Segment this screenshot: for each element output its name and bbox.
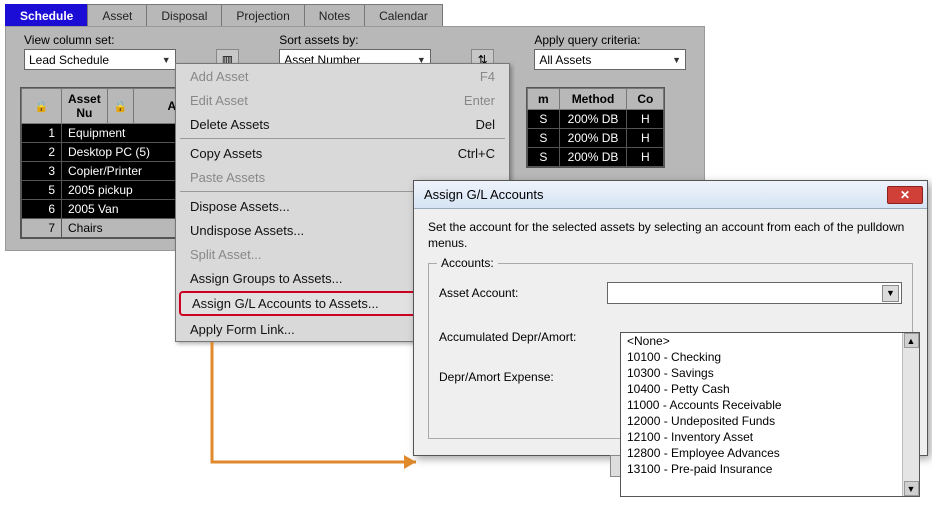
- accum-depr-label: Accumulated Depr/Amort:: [439, 330, 607, 344]
- cell-c[interactable]: H: [627, 129, 664, 148]
- cell-num[interactable]: 7: [22, 219, 62, 238]
- cell-num[interactable]: 5: [22, 181, 62, 200]
- cell-method[interactable]: 200% DB: [559, 148, 627, 167]
- sort-label: Sort assets by:: [279, 33, 431, 47]
- scroll-up-icon[interactable]: ▲: [904, 333, 919, 348]
- option-item[interactable]: 10300 - Savings: [621, 365, 919, 381]
- close-icon: ✕: [900, 188, 910, 202]
- scroll-down-icon[interactable]: ▼: [904, 481, 919, 496]
- lock-icon: 🔒: [22, 89, 62, 124]
- tab-notes[interactable]: Notes: [304, 4, 365, 28]
- asset-account-label: Asset Account:: [439, 286, 607, 300]
- menu-edit-asset[interactable]: Edit AssetEnter: [176, 88, 509, 112]
- tab-projection[interactable]: Projection: [221, 4, 304, 28]
- tab-calendar[interactable]: Calendar: [364, 4, 443, 28]
- scrollbar[interactable]: ▲ ▼: [902, 333, 919, 496]
- separator: [180, 138, 505, 139]
- cell-num[interactable]: 3: [22, 162, 62, 181]
- tab-schedule[interactable]: Schedule: [5, 4, 88, 28]
- option-item[interactable]: 10400 - Petty Cash: [621, 381, 919, 397]
- col-asset-number[interactable]: Asset Nu: [62, 89, 108, 124]
- cell-m[interactable]: S: [528, 129, 560, 148]
- chevron-down-icon: ▼: [672, 55, 681, 65]
- option-item[interactable]: 13100 - Pre-paid Insurance: [621, 461, 919, 477]
- cell-num[interactable]: 1: [22, 124, 62, 143]
- tab-bar: Schedule Asset Disposal Projection Notes…: [5, 4, 442, 28]
- close-button[interactable]: ✕: [887, 186, 923, 204]
- method-grid[interactable]: m Method Co S200% DBH S200% DBH S200% DB…: [526, 87, 665, 168]
- dialog-intro: Set the account for the selected assets …: [428, 219, 913, 251]
- tab-asset[interactable]: Asset: [87, 4, 147, 28]
- query-value: All Assets: [539, 53, 591, 67]
- menu-copy-assets[interactable]: Copy AssetsCtrl+C: [176, 141, 509, 165]
- tab-disposal[interactable]: Disposal: [146, 4, 222, 28]
- asset-account-combo[interactable]: ▼: [607, 282, 902, 304]
- col-method[interactable]: Method: [559, 89, 627, 110]
- lock-icon: 🔒: [107, 89, 134, 124]
- asset-account-dropdown[interactable]: <None> 10100 - Checking 10300 - Savings …: [620, 332, 920, 497]
- menu-add-asset[interactable]: Add AssetF4: [176, 64, 509, 88]
- col-m[interactable]: m: [528, 89, 560, 110]
- cell-c[interactable]: H: [627, 148, 664, 167]
- chevron-down-icon: ▼: [162, 55, 171, 65]
- cell-num[interactable]: 2: [22, 143, 62, 162]
- colset-combo[interactable]: Lead Schedule ▼: [24, 49, 176, 70]
- colset-value: Lead Schedule: [29, 53, 109, 67]
- callout-arrow: [206, 342, 436, 477]
- colset-label: View column set:: [24, 33, 176, 47]
- option-item[interactable]: 10100 - Checking: [621, 349, 919, 365]
- option-item[interactable]: 12800 - Employee Advances: [621, 445, 919, 461]
- option-item[interactable]: 12000 - Undeposited Funds: [621, 413, 919, 429]
- cell-num[interactable]: 6: [22, 200, 62, 219]
- cell-method[interactable]: 200% DB: [559, 110, 627, 129]
- fieldset-legend: Accounts:: [437, 256, 498, 270]
- menu-delete-assets[interactable]: Delete AssetsDel: [176, 112, 509, 136]
- cell-m[interactable]: S: [528, 148, 560, 167]
- cell-m[interactable]: S: [528, 110, 560, 129]
- query-label: Apply query criteria:: [534, 33, 686, 47]
- cell-method[interactable]: 200% DB: [559, 129, 627, 148]
- chevron-down-icon[interactable]: ▼: [882, 285, 899, 302]
- col-co[interactable]: Co: [627, 89, 664, 110]
- cell-c[interactable]: H: [627, 110, 664, 129]
- option-item[interactable]: 11000 - Accounts Receivable: [621, 397, 919, 413]
- depr-expense-label: Depr/Amort Expense:: [439, 370, 607, 384]
- option-none[interactable]: <None>: [621, 333, 919, 349]
- query-combo[interactable]: All Assets ▼: [534, 49, 686, 70]
- dialog-title: Assign G/L Accounts: [424, 187, 543, 202]
- option-item[interactable]: 12100 - Inventory Asset: [621, 429, 919, 445]
- dialog-titlebar[interactable]: Assign G/L Accounts ✕: [414, 181, 927, 209]
